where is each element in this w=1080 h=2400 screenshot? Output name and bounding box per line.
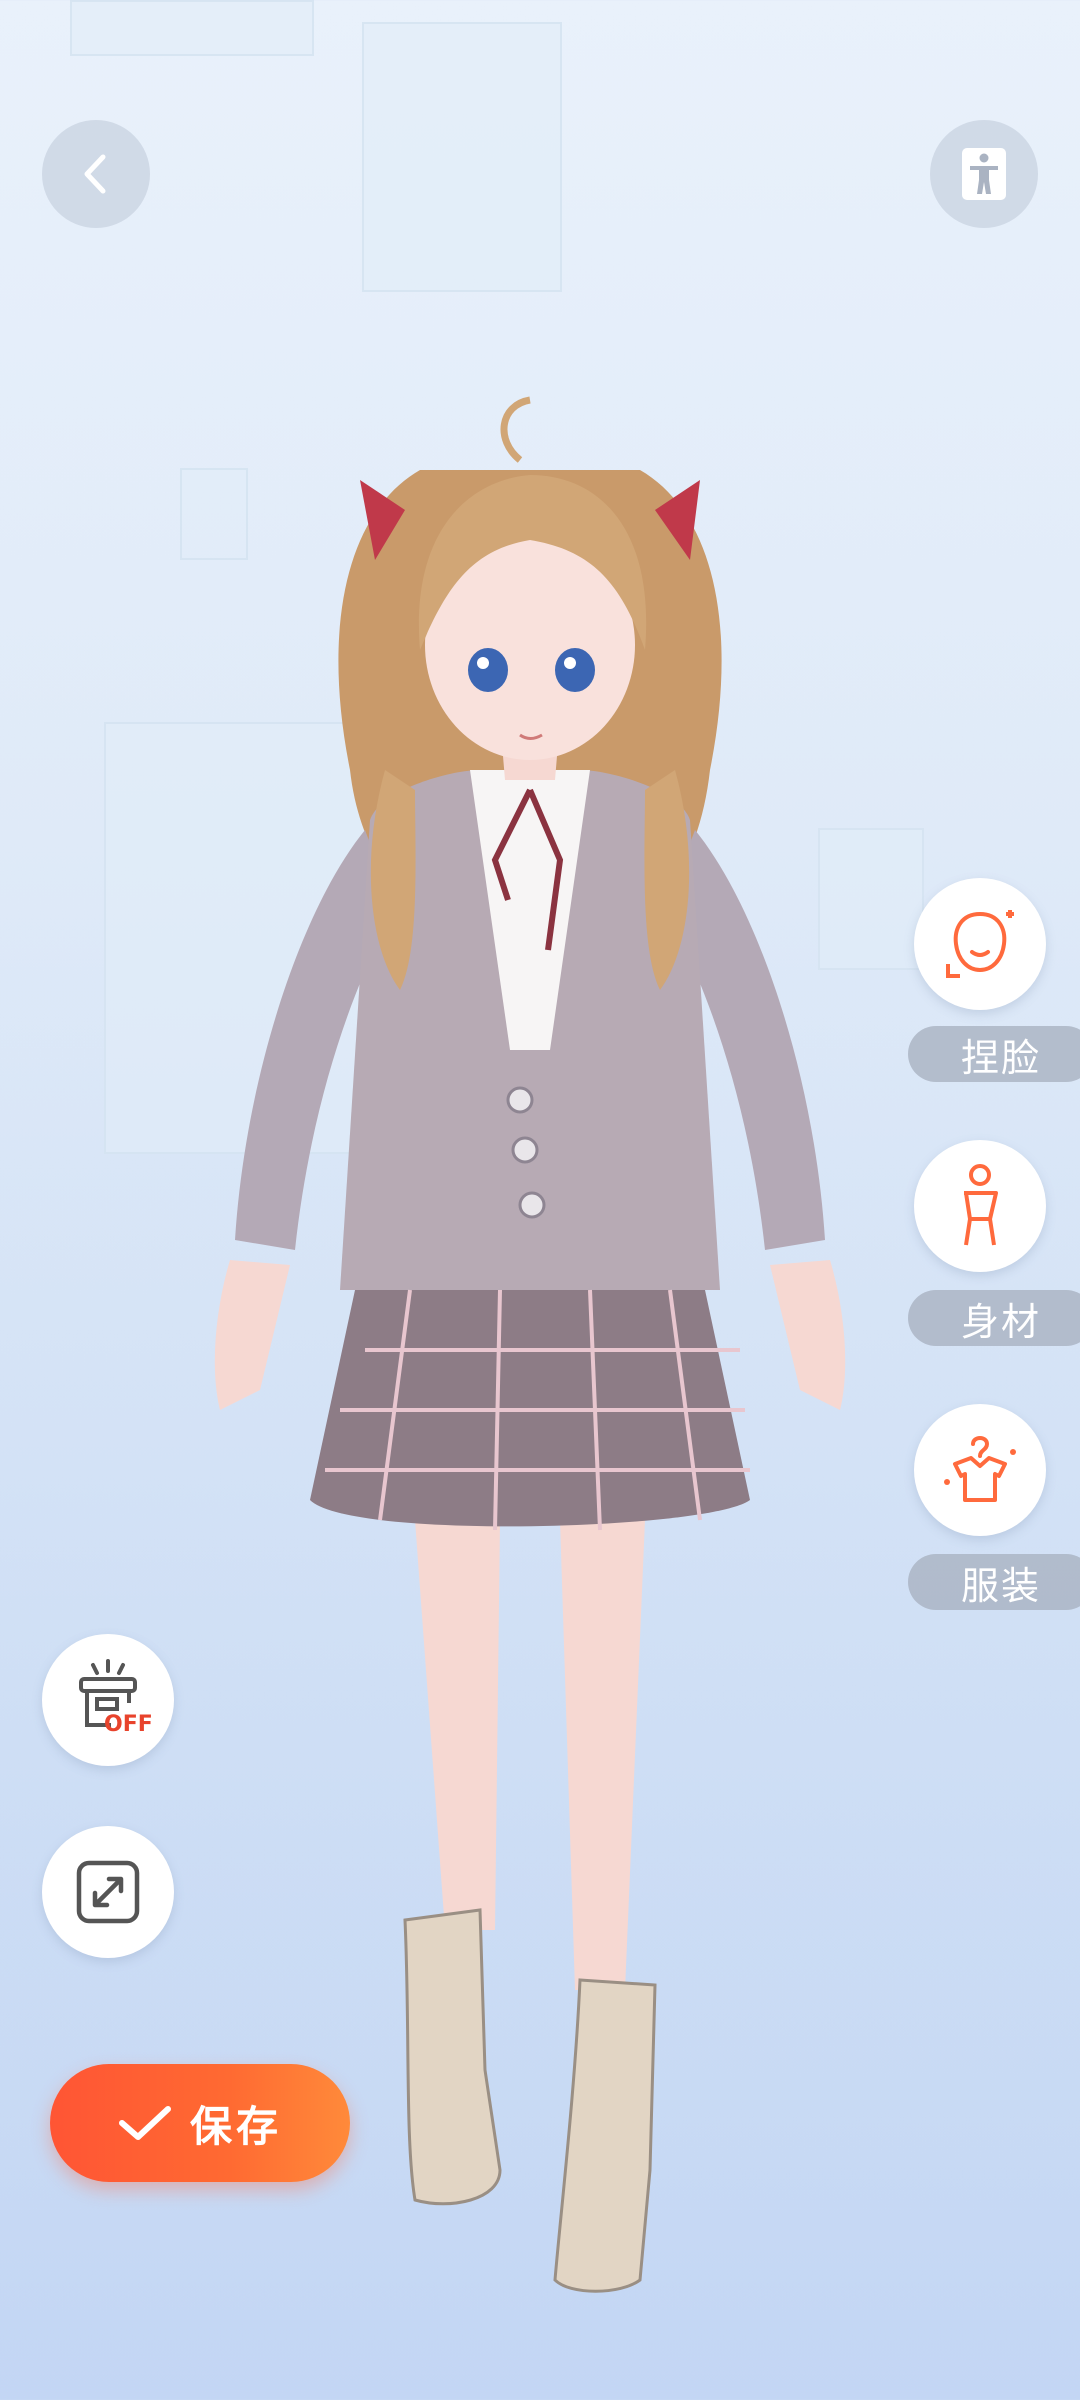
face-sculpt-button[interactable] (914, 878, 1046, 1010)
save-button[interactable]: 保存 (50, 2064, 350, 2182)
avatar-character[interactable] (150, 390, 930, 2320)
outfit-label: 服装 (908, 1554, 1080, 1610)
outfit-button[interactable] (914, 1404, 1046, 1536)
clothes-hanger-icon (944, 1436, 1016, 1502)
t-pose-figure-icon (962, 148, 1006, 200)
scene-toggle-button[interactable]: OFF (42, 1634, 174, 1766)
body-figure-icon (964, 1164, 998, 1246)
face-sculpt-icon (946, 910, 1014, 978)
body-shape-button[interactable] (914, 1140, 1046, 1272)
back-button[interactable] (42, 120, 150, 228)
scene-toggle-off-badge: OFF (104, 1712, 153, 1737)
body-shape-label: 身材 (908, 1290, 1080, 1346)
expand-icon (76, 1860, 140, 1924)
background-panel (70, 0, 314, 56)
fullscreen-button[interactable] (42, 1826, 174, 1958)
save-button-label: 保存 (189, 2101, 282, 2151)
checkmark-icon (118, 2106, 171, 2140)
chevron-left-icon (84, 154, 106, 194)
face-sculpt-label: 捏脸 (908, 1026, 1080, 1082)
background-panel (362, 22, 562, 292)
pose-button[interactable] (930, 120, 1038, 228)
